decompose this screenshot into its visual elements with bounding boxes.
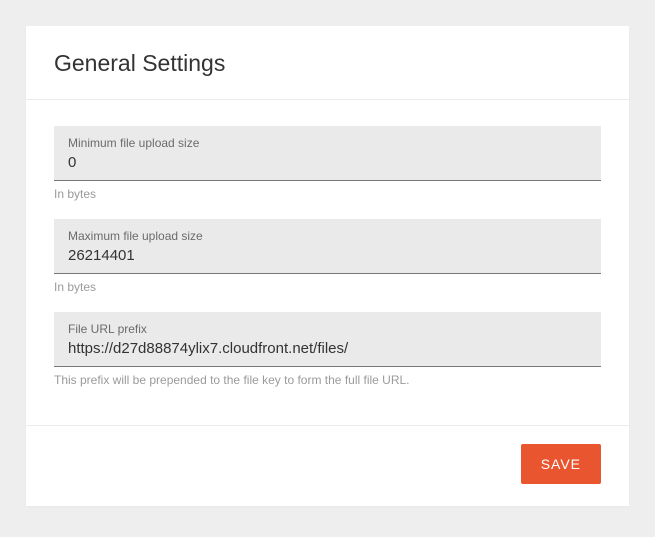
min-upload-helper: In bytes — [54, 187, 601, 201]
field-box-url-prefix[interactable]: File URL prefix — [54, 312, 601, 367]
url-prefix-label: File URL prefix — [68, 322, 587, 336]
card-body: Minimum file upload size In bytes Maximu… — [26, 100, 629, 425]
save-button[interactable]: SAVE — [521, 444, 601, 484]
field-box-min-upload[interactable]: Minimum file upload size — [54, 126, 601, 181]
settings-card: General Settings Minimum file upload siz… — [26, 26, 629, 506]
min-upload-label: Minimum file upload size — [68, 136, 587, 150]
page-root: General Settings Minimum file upload siz… — [0, 0, 655, 537]
max-upload-input[interactable] — [68, 247, 587, 264]
field-box-max-upload[interactable]: Maximum file upload size — [54, 219, 601, 274]
field-url-prefix: File URL prefix This prefix will be prep… — [54, 312, 601, 387]
max-upload-label: Maximum file upload size — [68, 229, 587, 243]
card-header: General Settings — [26, 26, 629, 99]
url-prefix-helper: This prefix will be prepended to the fil… — [54, 373, 601, 387]
field-max-upload: Maximum file upload size In bytes — [54, 219, 601, 294]
page-title: General Settings — [54, 50, 601, 77]
min-upload-input[interactable] — [68, 154, 587, 171]
field-min-upload: Minimum file upload size In bytes — [54, 126, 601, 201]
url-prefix-input[interactable] — [68, 340, 587, 357]
max-upload-helper: In bytes — [54, 280, 601, 294]
card-footer: SAVE — [26, 426, 629, 506]
